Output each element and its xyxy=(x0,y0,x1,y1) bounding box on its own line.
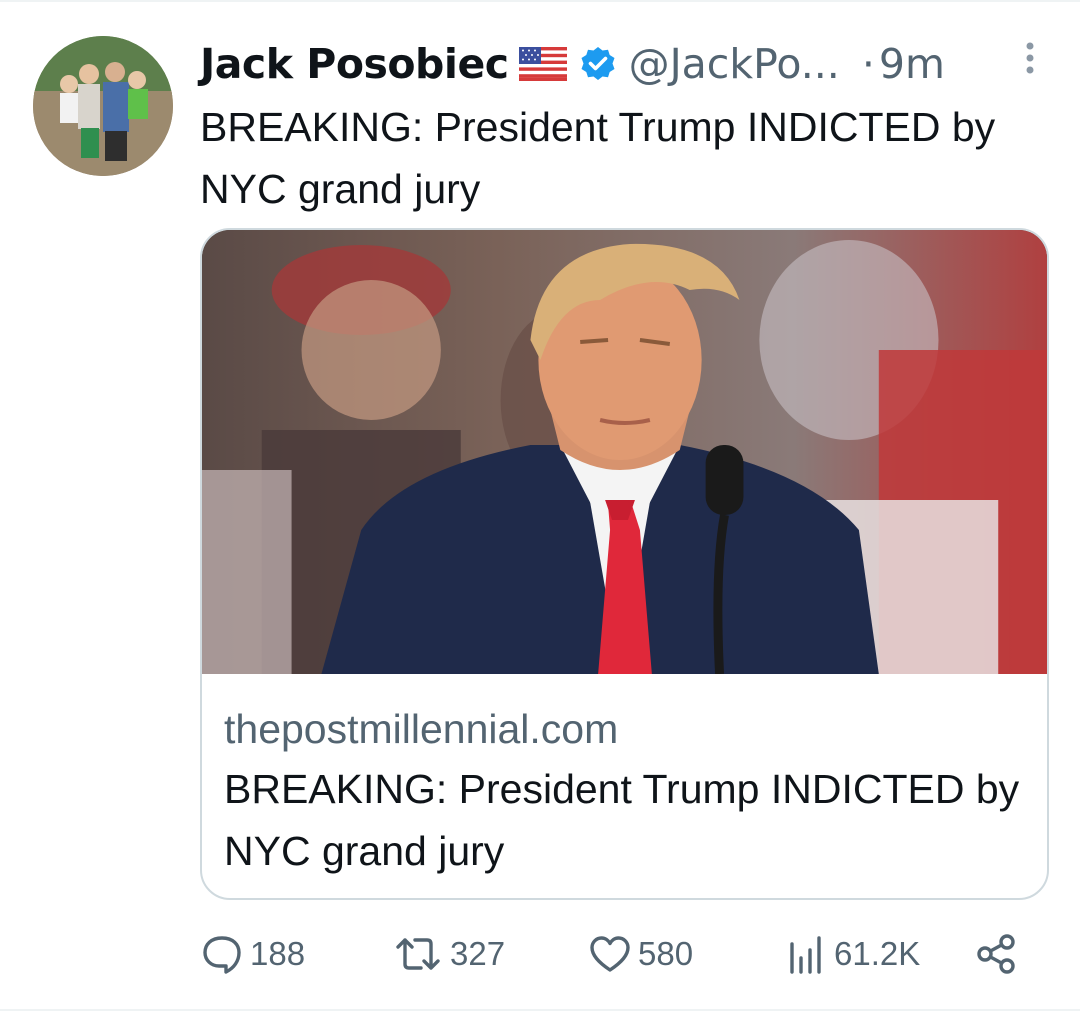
views-button[interactable]: 61.2K xyxy=(784,928,920,980)
tweet[interactable]: Jack Posobiec @JackPo... · 9m BREAKING: … xyxy=(0,0,1080,1011)
card-title: BREAKING: President Trump INDICTED by NY… xyxy=(224,766,1020,874)
action-bar: 188 327 580 61.2K xyxy=(200,928,1020,980)
heart-icon xyxy=(590,936,630,972)
us-flag-icon xyxy=(518,47,567,81)
reply-count: 188 xyxy=(250,935,306,972)
card-body: thepostmillennial.com BREAKING: Presiden… xyxy=(224,700,1025,882)
card-domain: thepostmillennial.com xyxy=(224,706,619,752)
like-button[interactable]: 580 xyxy=(588,928,693,980)
like-count: 580 xyxy=(638,935,694,972)
retweet-count: 327 xyxy=(450,935,506,972)
share-icon xyxy=(977,934,1015,974)
card-image[interactable] xyxy=(202,230,1047,674)
view-count: 61.2K xyxy=(834,935,921,972)
share-button[interactable] xyxy=(974,928,1024,980)
retweet-button[interactable]: 327 xyxy=(392,928,505,980)
author-name[interactable]: Jack Posobiec xyxy=(200,40,509,88)
verified-badge-icon xyxy=(579,45,617,83)
author-handle[interactable]: @JackPo... xyxy=(629,40,840,88)
tweet-text: BREAKING: President Trump INDICTED by NY… xyxy=(200,104,996,212)
separator-dot: · xyxy=(861,40,875,88)
bar-chart-icon xyxy=(790,936,821,974)
link-card[interactable]: thepostmillennial.com BREAKING: Presiden… xyxy=(200,228,1049,900)
more-vertical-icon[interactable] xyxy=(1020,40,1040,80)
speech-bubble-icon xyxy=(203,936,241,974)
reply-button[interactable]: 188 xyxy=(200,928,305,980)
tweet-header: Jack Posobiec @JackPo... · 9m xyxy=(200,36,1040,92)
avatar[interactable] xyxy=(33,36,173,176)
timestamp[interactable]: 9m xyxy=(879,40,945,88)
retweet-arrows-icon xyxy=(396,938,440,970)
